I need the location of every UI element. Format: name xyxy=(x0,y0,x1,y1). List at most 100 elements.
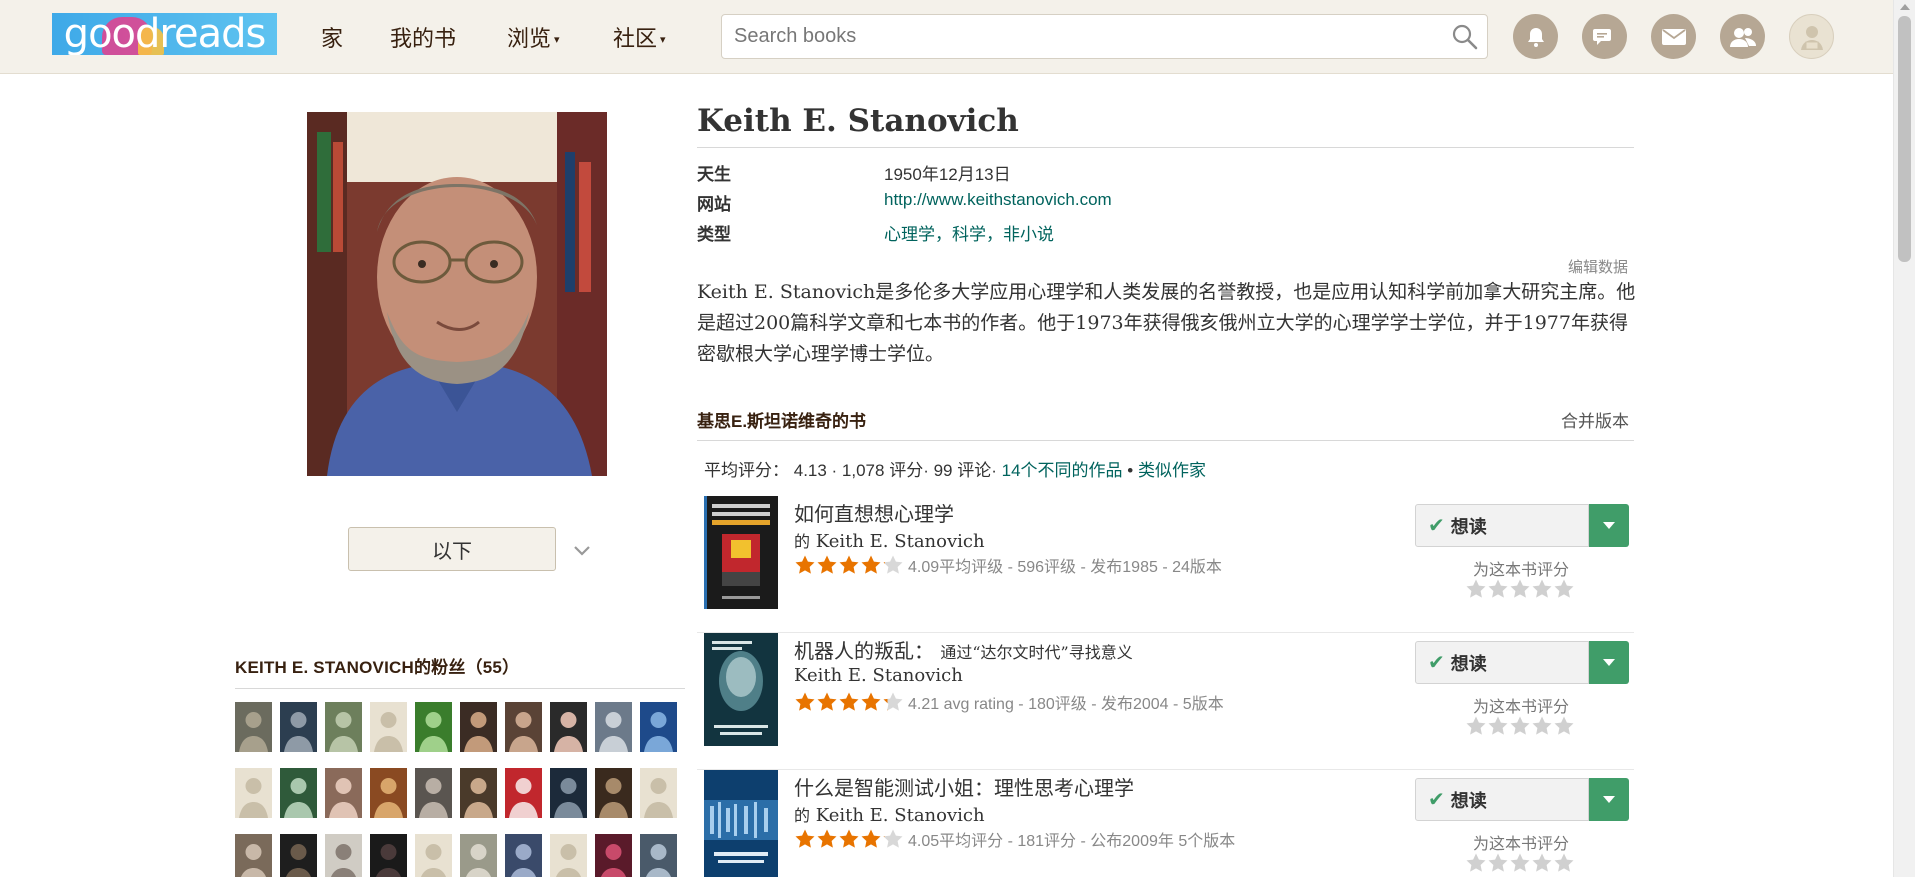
book-title[interactable]: 如何直想想心理学 xyxy=(794,498,954,527)
empty-star-icon[interactable] xyxy=(1531,852,1553,874)
fan-avatar[interactable] xyxy=(550,834,587,877)
books-section-title[interactable]: 基思E.斯坦诺维奇的书 xyxy=(697,407,866,432)
fan-avatar[interactable] xyxy=(505,768,542,818)
fan-avatar[interactable] xyxy=(370,768,407,818)
fan-avatar[interactable] xyxy=(325,768,362,818)
fan-avatar[interactable] xyxy=(370,834,407,877)
fan-avatar[interactable] xyxy=(370,702,407,752)
empty-star-icon[interactable] xyxy=(1509,715,1531,737)
fan-avatar[interactable] xyxy=(550,702,587,752)
rate-this-book-stars[interactable] xyxy=(1465,852,1585,877)
website-link[interactable]: http://www.keithstanovich.com xyxy=(884,190,1112,210)
rate-this-book-stars[interactable] xyxy=(1465,715,1585,742)
empty-star-icon[interactable] xyxy=(1553,715,1575,737)
fan-avatar[interactable] xyxy=(595,834,632,877)
book-cover[interactable] xyxy=(704,633,778,746)
shelf-dropdown-button[interactable] xyxy=(1589,778,1629,821)
book-author[interactable]: 的 Keith E. Stanovich xyxy=(794,528,985,552)
want-to-read-label: 想读 xyxy=(1450,653,1487,674)
empty-star-icon[interactable] xyxy=(1509,578,1531,600)
bullet-separator: • xyxy=(1127,461,1134,480)
fan-avatar[interactable] xyxy=(595,768,632,818)
fan-avatar[interactable] xyxy=(505,834,542,877)
empty-star-icon[interactable] xyxy=(1465,578,1487,600)
caret-down-icon xyxy=(1603,795,1615,803)
fan-avatar[interactable] xyxy=(460,834,497,877)
rate-this-book-stars[interactable] xyxy=(1465,578,1585,605)
book-author[interactable]: Keith E. Stanovich xyxy=(794,665,963,686)
follow-button[interactable]: 以下 xyxy=(348,527,556,571)
divider xyxy=(697,440,1634,441)
similar-authors-link[interactable]: 类似作家 xyxy=(1138,461,1206,480)
fan-avatar[interactable] xyxy=(235,768,272,818)
friends-icon[interactable] xyxy=(1720,14,1765,59)
nav-browse[interactable]: 浏览 ▾ xyxy=(507,0,560,74)
empty-star-icon[interactable] xyxy=(1553,578,1575,600)
search-icon[interactable] xyxy=(1451,23,1479,51)
fan-avatar[interactable] xyxy=(640,768,677,818)
nav-community[interactable]: 社区 ▾ xyxy=(613,0,666,74)
empty-star-icon[interactable] xyxy=(1487,852,1509,874)
scroll-up-arrow-icon[interactable] xyxy=(1900,4,1910,10)
fan-avatar[interactable] xyxy=(280,834,317,877)
fan-avatar[interactable] xyxy=(415,702,452,752)
bell-icon[interactable] xyxy=(1513,14,1558,59)
empty-star-icon[interactable] xyxy=(1531,715,1553,737)
fan-avatar[interactable] xyxy=(415,834,452,877)
rate-this-book-label: 为这本书评分 xyxy=(1473,699,1570,716)
fan-avatar[interactable] xyxy=(460,702,497,752)
scrollbar-thumb[interactable] xyxy=(1898,16,1911,262)
goodreads-logo[interactable]: goodreads xyxy=(52,13,277,55)
fan-avatar[interactable] xyxy=(640,702,677,752)
page-scrollbar[interactable] xyxy=(1893,0,1915,877)
shelf-dropdown-button[interactable] xyxy=(1589,641,1629,684)
book-cover[interactable] xyxy=(704,770,778,877)
fan-avatar[interactable] xyxy=(640,834,677,877)
empty-star-icon[interactable] xyxy=(1487,578,1509,600)
caret-down-icon xyxy=(1603,521,1615,529)
empty-star-icon[interactable] xyxy=(1553,852,1575,874)
rating-star-icon xyxy=(817,829,837,848)
nav-my-books[interactable]: 我的书 xyxy=(390,0,456,74)
rate-this-book-label: 为这本书评分 xyxy=(1473,836,1570,853)
book-title[interactable]: 机器人的叛乱： 通过“达尔文时代”寻找意义 xyxy=(794,635,1133,664)
fan-avatar[interactable] xyxy=(595,702,632,752)
empty-star-icon[interactable] xyxy=(1465,715,1487,737)
fan-avatar[interactable] xyxy=(235,834,272,877)
empty-star-icon[interactable] xyxy=(1487,715,1509,737)
fan-avatar[interactable] xyxy=(280,702,317,752)
mail-icon[interactable] xyxy=(1651,14,1696,59)
website-label: 网站 xyxy=(697,195,731,214)
fan-avatar[interactable] xyxy=(325,834,362,877)
book-author-name: Keith E. Stanovich xyxy=(815,805,985,826)
caret-down-icon xyxy=(1603,658,1615,666)
distinct-works-link[interactable]: 14个不同的作品 xyxy=(1002,461,1123,480)
fan-avatar[interactable] xyxy=(460,768,497,818)
search-input[interactable] xyxy=(722,15,1487,58)
fan-avatar[interactable] xyxy=(550,768,587,818)
nav-home[interactable]: 家 xyxy=(321,0,343,74)
book-row: 机器人的叛乱： 通过“达尔文时代”寻找意义 Keith E. Stanovich… xyxy=(697,633,1634,770)
chevron-down-icon[interactable] xyxy=(572,544,592,558)
merge-editions-link[interactable]: 合并版本 xyxy=(1561,407,1629,432)
profile-avatar[interactable] xyxy=(1789,14,1834,59)
empty-star-icon[interactable] xyxy=(1531,578,1553,600)
born-value: 1950年12月13日 xyxy=(884,165,1011,184)
shelf-dropdown-button[interactable] xyxy=(1589,504,1629,547)
genre-links[interactable]: 心理学，科学，非小说 xyxy=(884,220,1054,245)
want-to-read-button[interactable]: ✔ 想读 xyxy=(1415,504,1589,547)
fan-avatar[interactable] xyxy=(325,702,362,752)
book-author[interactable]: 的 Keith E. Stanovich xyxy=(794,802,985,826)
fan-avatar[interactable] xyxy=(415,768,452,818)
empty-star-icon[interactable] xyxy=(1509,852,1531,874)
want-to-read-button[interactable]: ✔ 想读 xyxy=(1415,641,1589,684)
fan-avatar[interactable] xyxy=(235,702,272,752)
book-title[interactable]: 什么是智能测试小姐：理性思考心理学 xyxy=(794,772,1134,801)
edit-data-link[interactable]: 编辑数据 xyxy=(1568,256,1628,277)
discussion-icon[interactable] xyxy=(1582,14,1627,59)
fan-avatar[interactable] xyxy=(280,768,317,818)
book-cover[interactable] xyxy=(704,496,778,609)
want-to-read-button[interactable]: ✔ 想读 xyxy=(1415,778,1589,821)
fan-avatar[interactable] xyxy=(505,702,542,752)
empty-star-icon[interactable] xyxy=(1465,852,1487,874)
